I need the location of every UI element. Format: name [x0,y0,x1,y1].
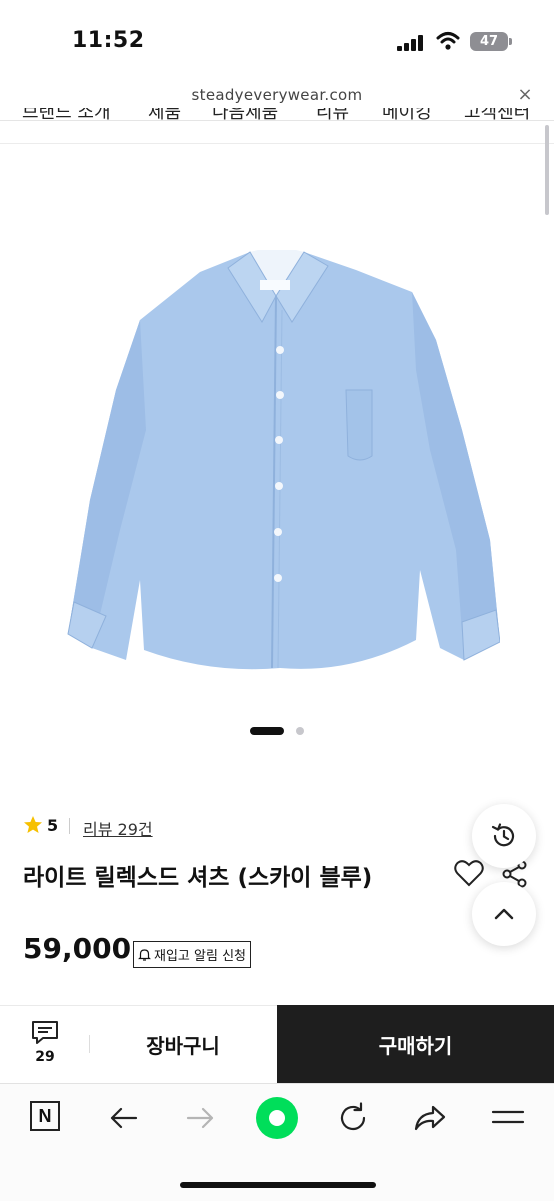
hamburger-icon [491,1110,525,1124]
share-page-button[interactable] [412,1100,448,1136]
product-title: 라이트 릴렉스드 셔츠 (스카이 블루) [23,865,373,891]
divider [69,818,70,834]
wifi-icon [436,32,460,50]
nav-item[interactable]: 다음제품 [212,108,278,120]
cellular-signal-icon [397,35,423,51]
cart-button[interactable]: 장바구니 [90,1005,276,1083]
share-arrow-icon [414,1105,446,1131]
scroll-top-button[interactable] [472,882,536,946]
star-icon [24,816,42,833]
history-icon [491,823,515,847]
restock-label: 재입고 알림 신청 [154,949,246,964]
bell-icon [138,949,151,961]
scrollbar-thumb[interactable] [545,125,549,215]
arrow-right-icon [186,1107,214,1129]
home-dot-icon [269,1110,285,1126]
url-text[interactable]: steadyeverywear.com [0,86,554,104]
chevron-up-icon [494,908,514,920]
home-indicator [180,1182,376,1188]
rating-value: 5 [47,816,59,835]
forward-button[interactable] [182,1100,218,1136]
chat-icon[interactable] [31,1020,59,1046]
status-time: 11:52 [72,28,145,53]
nav-item[interactable]: 리뷰 [316,108,349,120]
arrow-left-icon [110,1107,138,1129]
close-icon[interactable]: × [516,86,534,104]
nav-item[interactable]: 메이킹 [382,108,432,120]
reload-button[interactable] [335,1100,371,1136]
naver-logo-icon[interactable]: N [30,1101,60,1131]
product-price: 59,000 [23,932,132,965]
nav-item[interactable]: 제품 [148,108,181,120]
review-count-link[interactable]: 리뷰 29건 [83,816,153,840]
nav-item[interactable]: 브랜드 소개 [22,108,111,120]
product-image[interactable] [60,250,500,670]
menu-button[interactable] [490,1100,526,1136]
recent-view-button[interactable] [472,804,536,868]
battery-indicator: 47 [470,32,508,51]
back-button[interactable] [106,1100,142,1136]
buy-button[interactable]: 구매하기 [277,1005,554,1083]
restock-alert-button[interactable]: 재입고 알림 신청 [133,941,251,968]
battery-level: 47 [479,34,499,49]
reload-icon [340,1102,366,1131]
battery-cap [509,38,512,45]
carousel-dot-active[interactable] [250,727,284,735]
carousel-dot[interactable] [296,727,304,735]
divider [0,143,554,144]
site-nav-clipped: 브랜드 소개 제품 다음제품 리뷰 메이킹 고객센터 [0,108,554,121]
heart-icon[interactable] [454,859,484,887]
nav-item[interactable]: 고객센터 [464,108,530,120]
chat-count: 29 [35,1049,55,1065]
naver-home-button[interactable] [256,1097,298,1139]
